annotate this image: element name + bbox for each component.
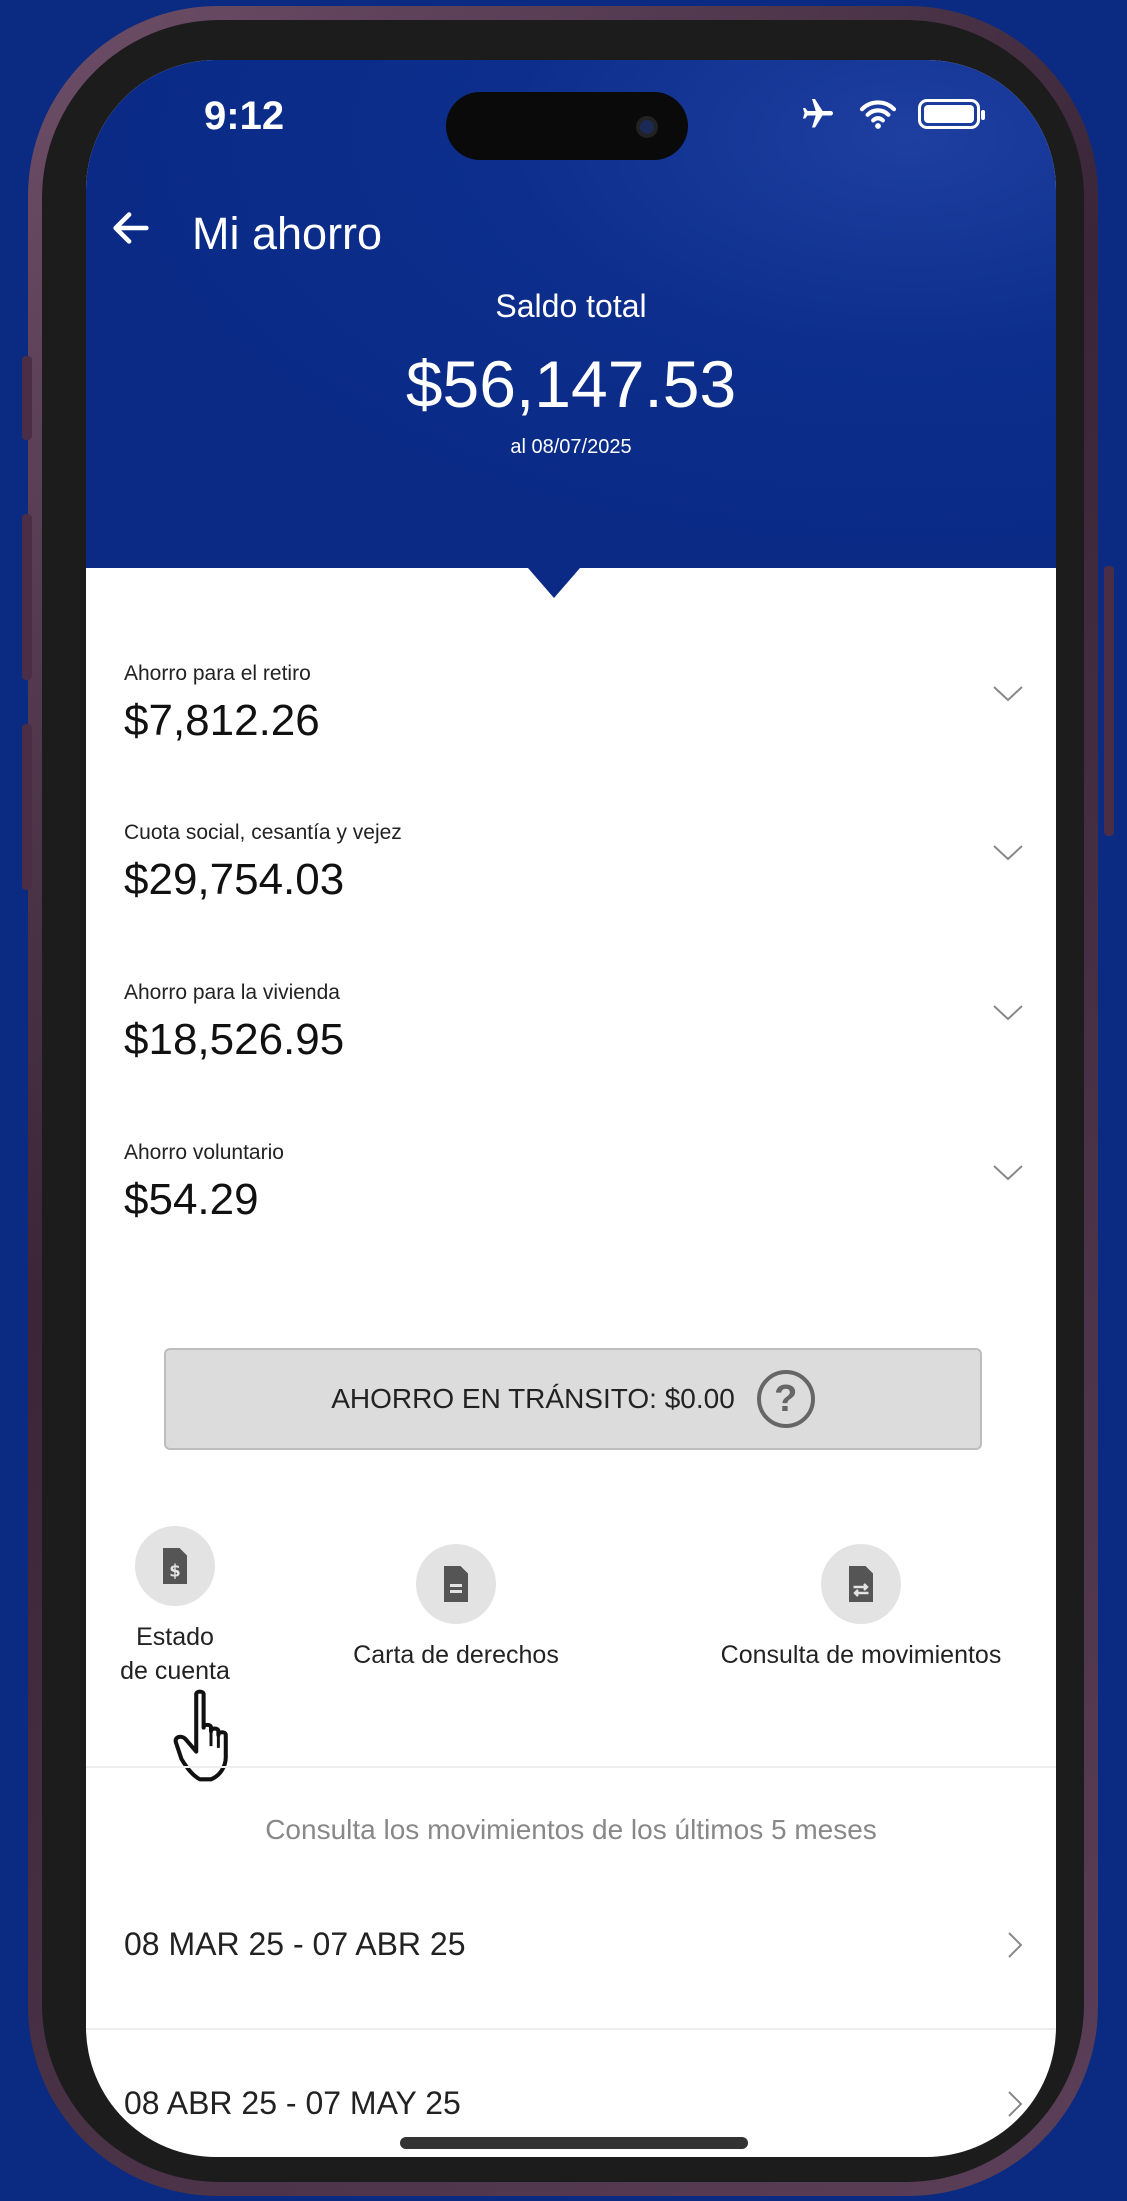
volume-down-button xyxy=(22,724,32,890)
balance-amount: $54.29 xyxy=(124,1175,259,1224)
consulta-de-movimientos-button[interactable]: Consulta de movimientos xyxy=(696,1544,1026,1672)
balance-label: Ahorro voluntario xyxy=(124,1141,284,1164)
camera-icon xyxy=(636,116,658,138)
total-balance-date: al 08/07/2025 xyxy=(510,436,632,458)
dollar-document-icon: $ xyxy=(135,1526,215,1606)
svg-text:$: $ xyxy=(169,1562,180,1581)
chevron-right-icon xyxy=(1008,2091,1023,2117)
status-icons xyxy=(798,96,985,132)
balance-row-voluntario[interactable]: Ahorro voluntario $54.29 xyxy=(124,1141,1024,1225)
hand-cursor-icon xyxy=(173,1689,228,1782)
transit-savings-text: AHORRO EN TRÁNSITO: $0.00 xyxy=(331,1383,735,1414)
balance-label: Ahorro para la vivienda xyxy=(124,981,340,1004)
balance-amount: $29,754.03 xyxy=(124,855,345,904)
action-label-line1: Estado xyxy=(136,1623,214,1651)
header-pointer xyxy=(528,568,580,598)
action-label-line2: de cuenta xyxy=(120,1657,230,1685)
wifi-icon xyxy=(859,100,897,129)
transfer-document-icon xyxy=(821,1544,901,1624)
chevron-down-icon[interactable] xyxy=(992,843,1024,863)
carta-de-derechos-button[interactable]: Carta de derechos xyxy=(336,1544,576,1672)
document-icon xyxy=(416,1544,496,1624)
period-label: 08 MAR 25 - 07 ABR 25 xyxy=(124,1926,466,1962)
movement-period-row[interactable]: 08 ABR 25 - 07 MAY 25 xyxy=(124,2085,1024,2122)
balance-label: Cuota social, cesantía y vejez xyxy=(124,821,402,844)
chevron-down-icon[interactable] xyxy=(992,1163,1024,1183)
balance-amount: $7,812.26 xyxy=(124,696,320,745)
row-divider xyxy=(86,2028,1056,2030)
transit-savings-banner: AHORRO EN TRÁNSITO: $0.00 ? xyxy=(164,1348,982,1450)
period-label: 08 ABR 25 - 07 MAY 25 xyxy=(124,2085,461,2121)
estado-de-cuenta-button[interactable]: $ Estado de cuenta xyxy=(110,1526,240,1688)
status-time: 9:12 xyxy=(204,94,285,138)
chevron-down-icon[interactable] xyxy=(992,1003,1024,1023)
header: 9:12 Mi ahorro Saldo total $56,147.53 al… xyxy=(86,60,1056,568)
mute-switch xyxy=(22,356,32,440)
power-button xyxy=(1104,566,1114,836)
movements-caption: Consulta los movimientos de los últimos … xyxy=(265,1814,877,1845)
chevron-right-icon xyxy=(1008,1932,1023,1958)
app-screen: 9:12 Mi ahorro Saldo total $56,147.53 al… xyxy=(86,60,1056,2157)
page-title: Mi ahorro xyxy=(192,208,383,259)
total-balance-amount: $56,147.53 xyxy=(405,347,737,421)
balance-amount: $18,526.95 xyxy=(124,1015,345,1064)
balance-label: Ahorro para el retiro xyxy=(124,662,311,685)
total-balance-label: Saldo total xyxy=(495,288,647,324)
home-indicator[interactable] xyxy=(400,2137,748,2149)
airplane-icon xyxy=(803,99,833,128)
help-icon[interactable]: ? xyxy=(756,1370,815,1428)
battery-icon xyxy=(918,99,985,129)
chevron-down-icon[interactable] xyxy=(992,684,1024,704)
dynamic-island xyxy=(446,92,688,160)
balance-row-retiro[interactable]: Ahorro para el retiro $7,812.26 xyxy=(124,662,1024,746)
movement-period-row[interactable]: 08 MAR 25 - 07 ABR 25 xyxy=(124,1926,1024,1963)
section-divider xyxy=(86,1766,1056,1768)
balance-row-vivienda[interactable]: Ahorro para la vivienda $18,526.95 xyxy=(124,981,1024,1065)
action-label: Carta de derechos xyxy=(353,1641,559,1669)
back-arrow-icon[interactable] xyxy=(108,205,154,251)
balance-row-cesantia[interactable]: Cuota social, cesantía y vejez $29,754.0… xyxy=(124,821,1024,905)
volume-up-button xyxy=(22,514,32,680)
action-label: Consulta de movimientos xyxy=(720,1641,1002,1669)
